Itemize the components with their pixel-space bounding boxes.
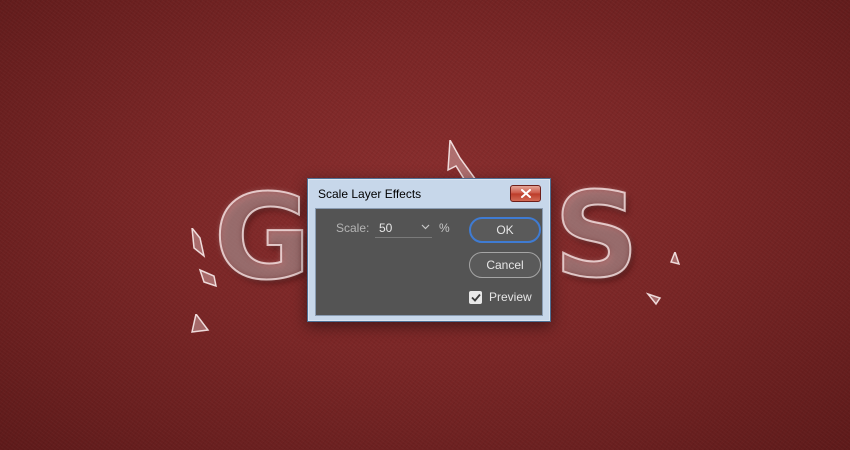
scale-unit: % (439, 221, 450, 235)
close-button[interactable] (510, 185, 541, 202)
checkmark-icon (470, 293, 481, 302)
preview-label: Preview (489, 290, 532, 304)
glass-letter-s: S (553, 166, 640, 304)
cancel-button[interactable]: Cancel (469, 252, 541, 278)
preview-checkbox[interactable] (469, 290, 482, 304)
glass-shard (198, 268, 217, 288)
scale-value[interactable]: 50 (379, 221, 392, 235)
glass-shard (670, 252, 680, 266)
glass-shard (191, 314, 210, 333)
glass-shard (191, 228, 206, 258)
scale-dropdown[interactable]: 50 (375, 219, 432, 238)
dialog-content: Scale: 50 % OK Cancel Preview (315, 208, 543, 316)
dialog-title: Scale Layer Effects (318, 187, 422, 201)
scale-label: Scale: (336, 221, 370, 235)
dialog-titlebar[interactable]: Scale Layer Effects (308, 179, 550, 206)
glass-letter-g: G (213, 168, 312, 306)
close-x-icon (520, 189, 531, 198)
ok-button[interactable]: OK (469, 217, 541, 243)
chevron-down-icon[interactable] (421, 222, 430, 231)
glass-shard (646, 292, 662, 306)
preview-option[interactable]: Preview (469, 289, 532, 305)
scale-layer-effects-dialog: Scale Layer Effects Scale: 50 % OK Cance… (307, 178, 551, 322)
